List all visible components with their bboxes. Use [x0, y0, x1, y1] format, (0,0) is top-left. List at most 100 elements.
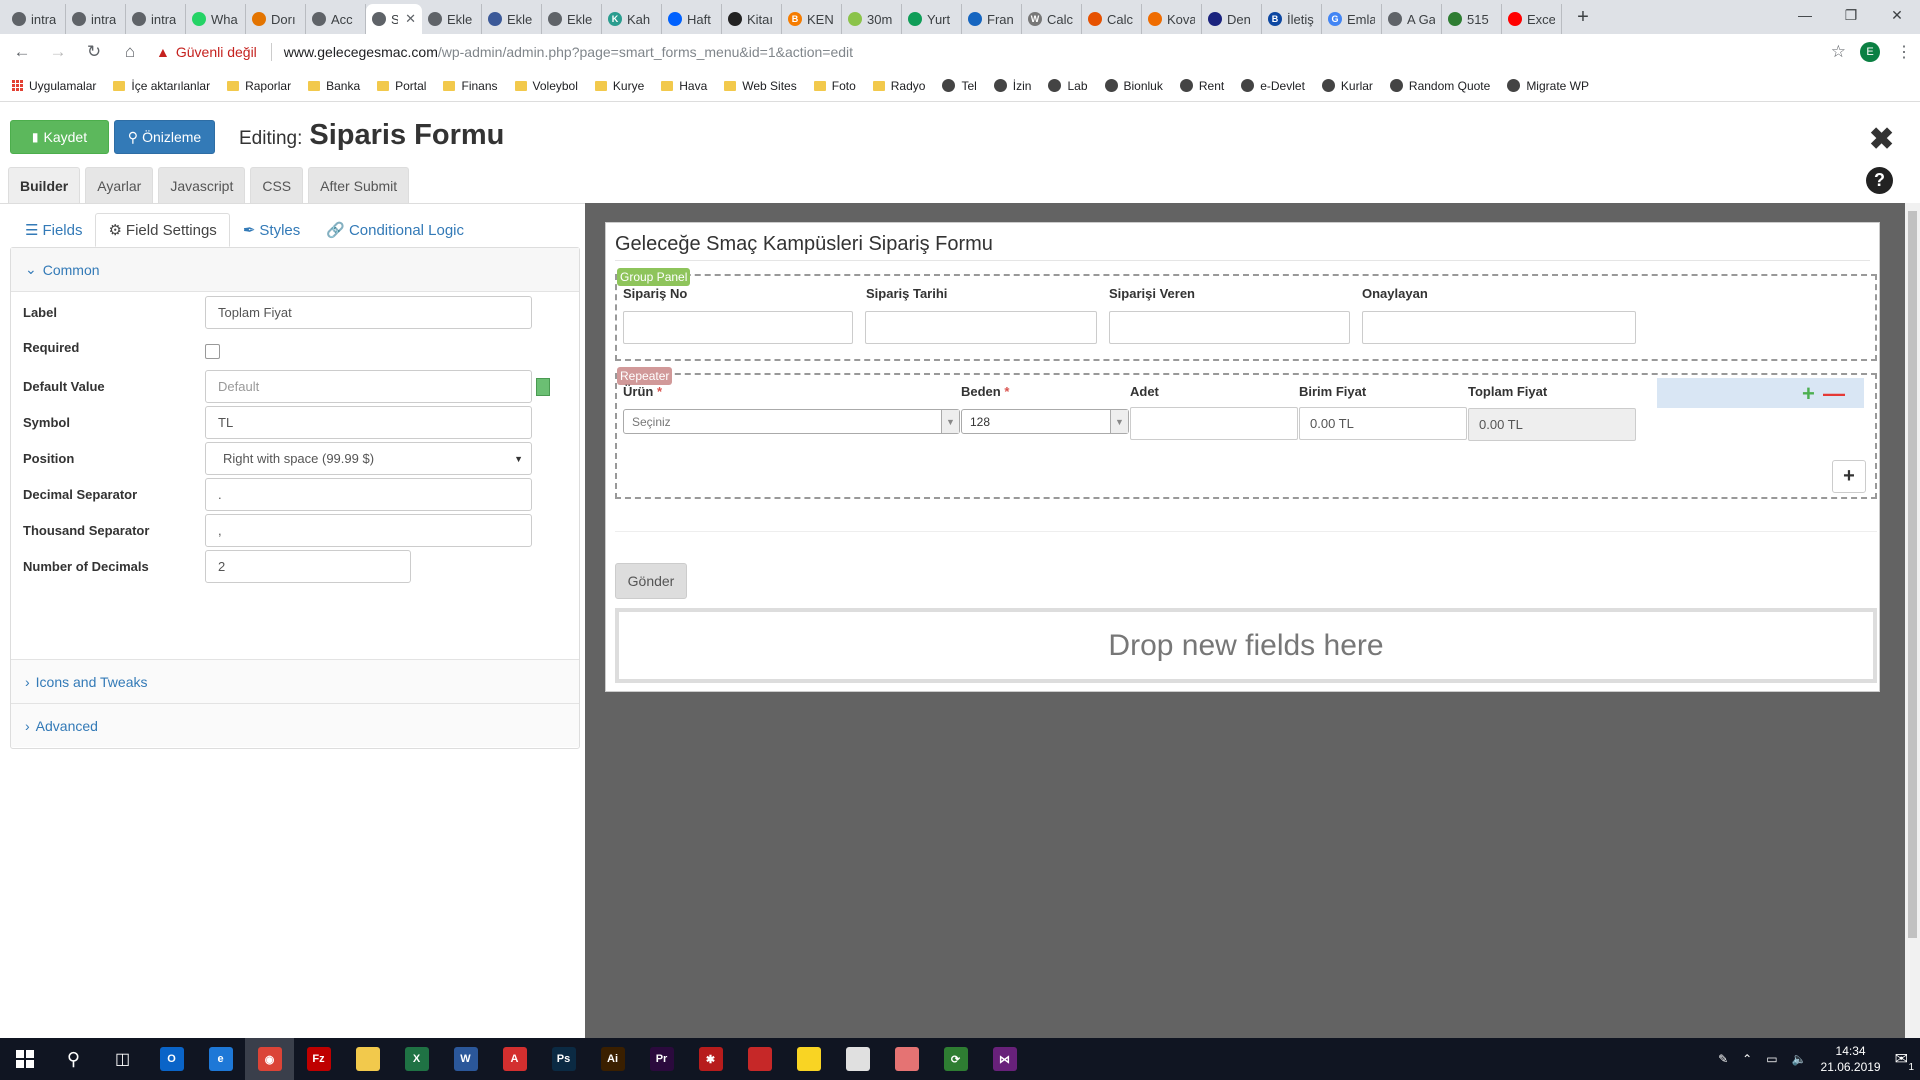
tab-css[interactable]: CSS: [250, 167, 304, 203]
browser-tab[interactable]: Acc: [306, 4, 366, 34]
tab-javascript[interactable]: Javascript: [158, 167, 246, 203]
search-icon[interactable]: ⚲: [49, 1038, 98, 1080]
order-date-input[interactable]: [865, 311, 1097, 344]
bookmark-item[interactable]: Hava: [661, 79, 707, 93]
bookmark-item[interactable]: Foto: [813, 79, 856, 93]
subtab-field-settings[interactable]: ⚙ Field Settings: [95, 213, 230, 247]
acrobat-icon[interactable]: A: [490, 1038, 539, 1080]
common-section-header[interactable]: ⌄ Common: [11, 248, 579, 292]
browser-tab[interactable]: 515: [1442, 4, 1502, 34]
browser-tab[interactable]: Haft: [662, 4, 722, 34]
submit-button[interactable]: Gönder: [615, 563, 687, 599]
number-of-decimals-input[interactable]: 2: [205, 550, 411, 583]
bookmark-item[interactable]: Finans: [443, 79, 498, 93]
notification-icon[interactable]: ✉ 1: [1895, 1049, 1914, 1073]
network-icon[interactable]: ▭: [1766, 1052, 1777, 1066]
group-panel[interactable]: Group Panel Sipariş No Sipariş Tarihi Si…: [615, 268, 1877, 361]
label-input[interactable]: Toplam Fiyat: [205, 296, 532, 329]
subtab-styles[interactable]: ✒ Styles: [230, 213, 313, 247]
bookmark-star-icon[interactable]: ☆: [1831, 42, 1846, 62]
browser-menu-icon[interactable]: ⋮: [1896, 42, 1912, 62]
premiere-icon[interactable]: Pr: [637, 1038, 686, 1080]
browser-tab[interactable]: intra: [126, 4, 186, 34]
omnibox[interactable]: ▲ Güvenli değil www.gelecegesmac.com/wp-…: [156, 38, 1823, 66]
quantity-input[interactable]: [1130, 407, 1298, 440]
close-window-icon[interactable]: ✕: [1874, 0, 1920, 30]
chevron-up-icon[interactable]: ⌃: [1742, 1052, 1752, 1066]
calculator-icon[interactable]: [536, 377, 550, 396]
browser-tab[interactable]: Calc: [1082, 4, 1142, 34]
position-select[interactable]: Right with space (99.99 $) ▼: [205, 442, 532, 475]
help-icon[interactable]: ?: [1866, 167, 1893, 194]
task-view-icon[interactable]: ◫: [98, 1038, 147, 1080]
red-app-icon[interactable]: ✱: [686, 1038, 735, 1080]
browser-tab[interactable]: Ekle: [422, 4, 482, 34]
browser-tab[interactable]: B KEN: [782, 4, 842, 34]
browser-tab[interactable]: G Emla: [1322, 4, 1382, 34]
new-tab-button[interactable]: +: [1568, 2, 1598, 32]
notepad-icon[interactable]: [833, 1038, 882, 1080]
bookmark-item[interactable]: e-Devlet: [1241, 79, 1305, 93]
browser-tab[interactable]: intra: [6, 4, 66, 34]
browser-tab[interactable]: Kova: [1142, 4, 1202, 34]
unit-price-input[interactable]: 0.00 TL: [1299, 407, 1467, 440]
page-scrollbar[interactable]: [1905, 203, 1920, 1038]
subtab-fields[interactable]: ☰ Fields: [12, 213, 95, 247]
browser-tab[interactable]: W Calc: [1022, 4, 1082, 34]
browser-tab[interactable]: Den: [1202, 4, 1262, 34]
excel-icon[interactable]: X: [392, 1038, 441, 1080]
browser-tab[interactable]: intra: [66, 4, 126, 34]
bookmark-item[interactable]: İzin: [993, 79, 1031, 93]
chrome-icon[interactable]: ◉: [245, 1038, 294, 1080]
reload-icon[interactable]: ↻: [80, 38, 108, 66]
bookmark-item[interactable]: Bionluk: [1104, 79, 1163, 93]
browser-tab[interactable]: A Ga: [1382, 4, 1442, 34]
close-icon[interactable]: ✖: [1869, 122, 1894, 157]
tool-icon[interactable]: [882, 1038, 931, 1080]
bookmark-item[interactable]: Voleybol: [514, 79, 578, 93]
browser-tab[interactable]: Kitaı: [722, 4, 782, 34]
close-tab-icon[interactable]: ✕: [405, 11, 416, 27]
bookmark-item[interactable]: İçe aktarılanlar: [113, 79, 210, 93]
subtab-conditional-logic[interactable]: 🔗 Conditional Logic: [313, 213, 477, 247]
browser-tab[interactable]: Wha: [186, 4, 246, 34]
maximize-icon[interactable]: ❐: [1828, 0, 1874, 30]
filezilla-icon[interactable]: Fz: [294, 1038, 343, 1080]
forward-icon[interactable]: →: [44, 38, 72, 66]
order-no-input[interactable]: [623, 311, 853, 344]
browser-tab[interactable]: Yurt: [902, 4, 962, 34]
browser-tab[interactable]: B İletiş: [1262, 4, 1322, 34]
photoshop-icon[interactable]: Ps: [539, 1038, 588, 1080]
back-icon[interactable]: ←: [8, 38, 36, 66]
file-explorer-icon[interactable]: [343, 1038, 392, 1080]
product-select[interactable]: Seçiniz ▼: [623, 409, 960, 434]
pen-icon[interactable]: ✎: [1718, 1052, 1728, 1066]
advanced-section-header[interactable]: › Advanced: [11, 703, 579, 747]
illustrator-icon[interactable]: Ai: [588, 1038, 637, 1080]
bookmark-item[interactable]: Radyo: [872, 79, 925, 93]
ordered-by-input[interactable]: [1109, 311, 1350, 344]
home-icon[interactable]: ⌂: [116, 38, 144, 66]
volume-icon[interactable]: 🔈: [1792, 1052, 1807, 1066]
tab-ayarlar[interactable]: Ayarlar: [85, 167, 154, 203]
bookmark-item[interactable]: Rent: [1179, 79, 1224, 93]
bookmark-item[interactable]: Kurye: [594, 79, 644, 93]
bookmark-item[interactable]: Web Sites: [724, 79, 797, 93]
minimize-icon[interactable]: —: [1782, 0, 1828, 30]
bookmark-item[interactable]: Portal: [377, 79, 426, 93]
bookmark-item[interactable]: Raporlar: [227, 79, 291, 93]
size-select[interactable]: 128 ▼: [961, 409, 1129, 434]
tab-builder[interactable]: Builder: [8, 167, 81, 203]
browser-tab[interactable]: 30m: [842, 4, 902, 34]
remove-column-icon[interactable]: —: [1823, 383, 1845, 405]
browser-tab[interactable]: Exce: [1502, 4, 1562, 34]
required-checkbox[interactable]: [205, 344, 220, 359]
icons-tweaks-section-header[interactable]: › Icons and Tweaks: [11, 659, 579, 703]
bookmark-item[interactable]: Lab: [1048, 79, 1088, 93]
browser-tab[interactable]: Ekle: [482, 4, 542, 34]
symbol-input[interactable]: TL: [205, 406, 532, 439]
browser-tab[interactable]: Ekle: [542, 4, 602, 34]
decimal-separator-input[interactable]: .: [205, 478, 532, 511]
browser-tab[interactable]: Fran: [962, 4, 1022, 34]
add-row-button[interactable]: +: [1832, 460, 1866, 493]
